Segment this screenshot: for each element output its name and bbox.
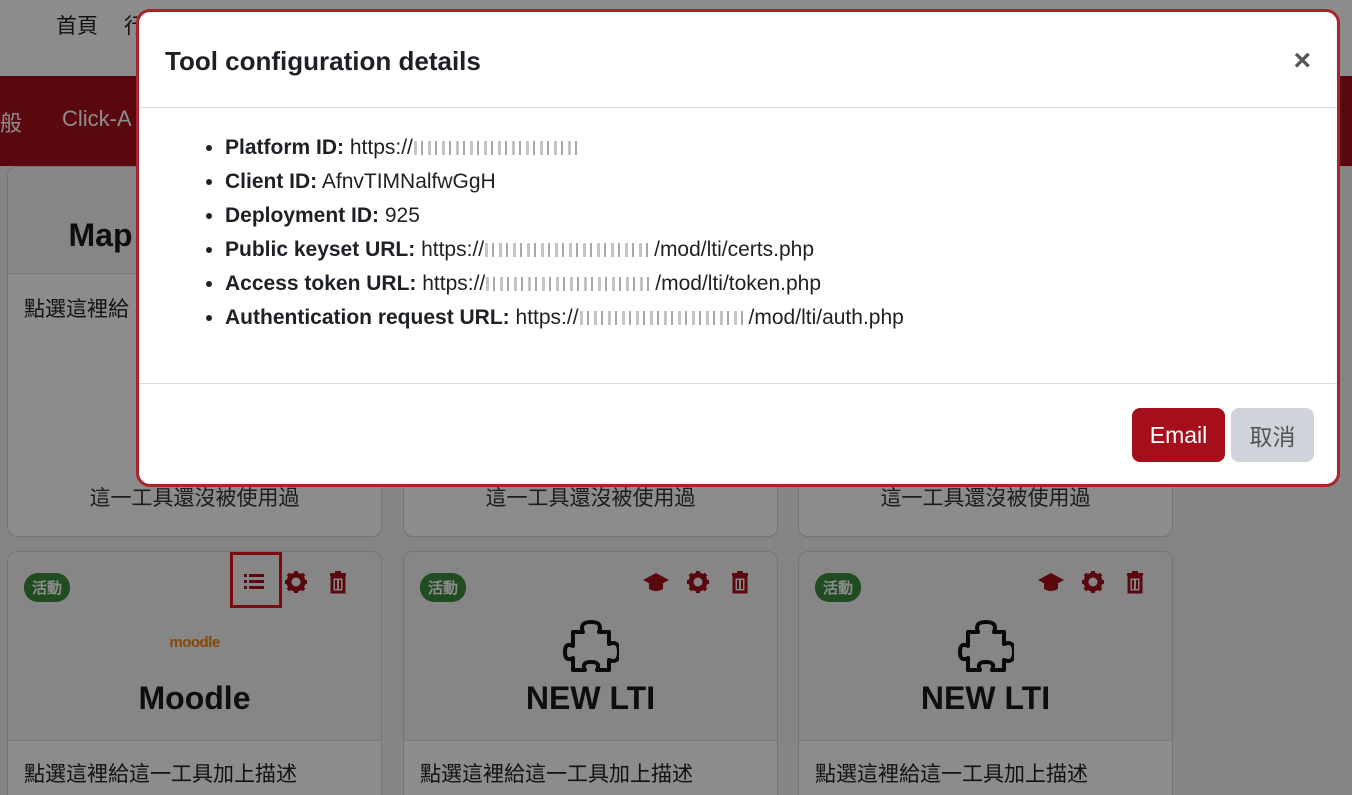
config-details-list: Platform ID: https:// Client ID: AfnvTIM…: [139, 131, 904, 335]
redacted-domain: [486, 277, 655, 291]
tool-configuration-dialog: Tool configuration details × Platform ID…: [136, 9, 1340, 487]
auth-request-url-label: Authentication request URL:: [225, 306, 510, 329]
redacted-domain: [413, 141, 582, 155]
list-item: Authentication request URL: https:// /mod…: [225, 301, 904, 335]
list-item: Platform ID: https://: [225, 131, 904, 165]
redacted-domain: [579, 311, 748, 325]
redacted-domain: [485, 243, 654, 257]
modal-footer: Email 取消: [139, 383, 1337, 485]
public-keyset-url-label: Public keyset URL:: [225, 238, 416, 261]
access-token-url-prefix: https://: [422, 272, 486, 295]
platform-id-prefix: https://: [349, 136, 413, 159]
access-token-url-path: /mod/lti/token.php: [655, 272, 822, 295]
list-item: Public keyset URL: https:// /mod/lti/cert…: [225, 233, 904, 267]
platform-id-label: Platform ID:: [225, 136, 345, 159]
modal-header: Tool configuration details ×: [139, 12, 1337, 108]
auth-request-url-path: /mod/lti/auth.php: [748, 306, 904, 329]
client-id-label: Client ID:: [225, 170, 318, 193]
email-button[interactable]: Email: [1132, 408, 1225, 462]
access-token-url-label: Access token URL:: [225, 272, 417, 295]
list-item: Access token URL: https:// /mod/lti/token…: [225, 267, 904, 301]
public-keyset-url-path: /mod/lti/certs.php: [654, 238, 815, 261]
modal-title: Tool configuration details: [165, 46, 481, 76]
auth-request-url-prefix: https://: [515, 306, 579, 329]
public-keyset-url-prefix: https://: [421, 238, 485, 261]
deployment-id-value: 925: [384, 204, 420, 227]
client-id-value: AfnvTIMNalfwGgH: [321, 170, 496, 193]
list-item: Client ID: AfnvTIMNalfwGgH: [225, 165, 904, 199]
cancel-button[interactable]: 取消: [1231, 408, 1314, 462]
list-item: Deployment ID: 925: [225, 199, 904, 233]
modal-body: Platform ID: https:// Client ID: AfnvTIM…: [139, 108, 1337, 383]
deployment-id-label: Deployment ID:: [225, 204, 380, 227]
close-icon[interactable]: ×: [1293, 46, 1311, 76]
